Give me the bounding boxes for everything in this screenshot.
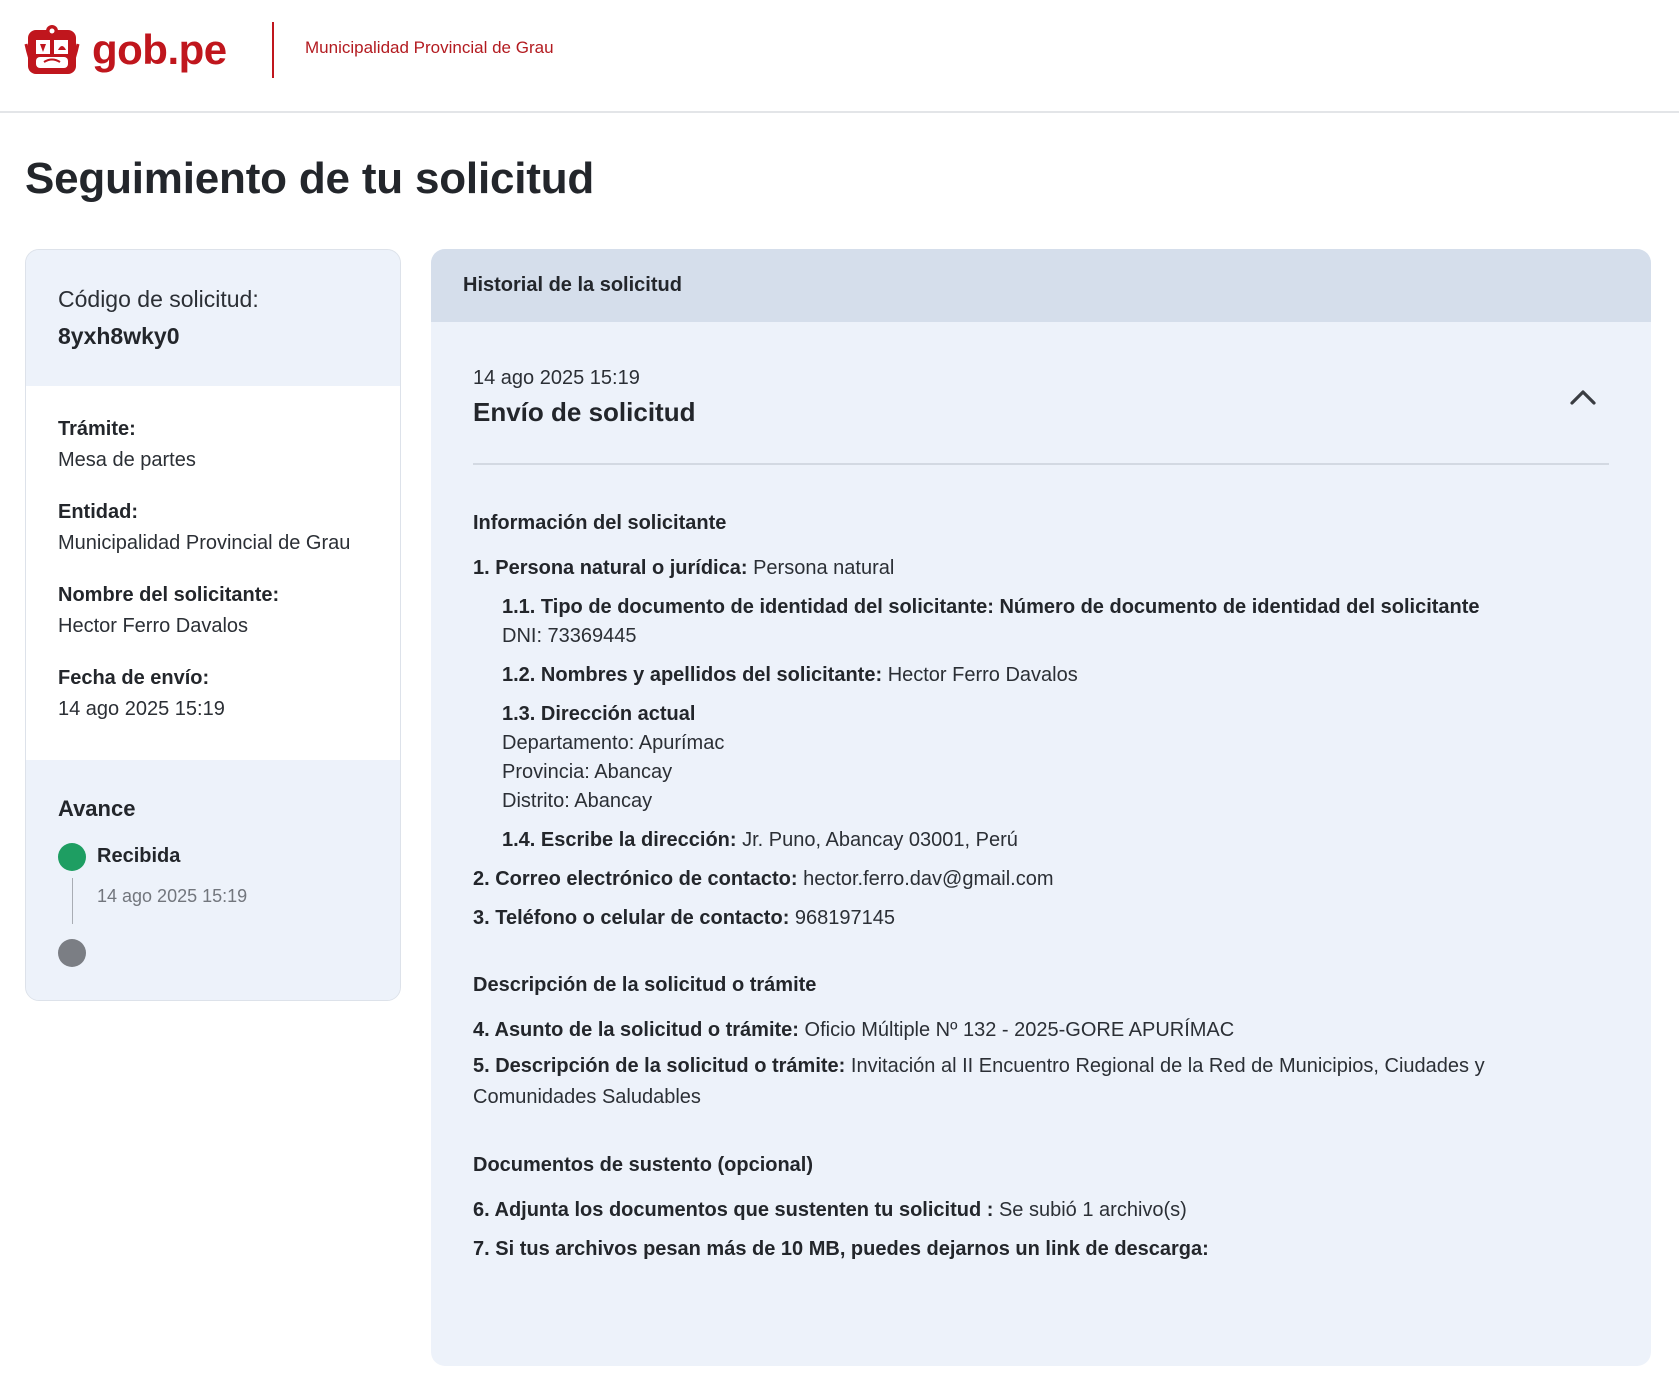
documents-section-title: Documentos de sustento (opcional) <box>473 1154 814 1176</box>
entry-divider <box>473 463 1609 465</box>
field-label: 1.2. Nombres y apellidos del solicitante… <box>502 664 883 686</box>
site-header: gob.pe Municipalidad Provincial de Grau <box>0 0 1679 113</box>
header-divider <box>272 22 274 78</box>
field-provincia: Provincia: Abancay <box>502 761 673 783</box>
field-nombres: 1.2. Nombres y apellidos del solicitante… <box>502 663 1078 687</box>
progress-title: Avance <box>58 796 136 821</box>
history-panel-title: Historial de la solicitud <box>463 274 682 296</box>
progress-section: Avance Recibida 14 ago 2025 15:19 <box>26 760 400 1000</box>
step-label: Recibida <box>97 845 181 867</box>
request-code-value: 8yxh8wky0 <box>58 323 180 349</box>
field-label: 3. Teléfono o celular de contacto: <box>473 907 790 929</box>
request-code-label: Código de solicitud: <box>58 286 259 312</box>
collapse-entry-button[interactable] <box>1561 379 1605 415</box>
field-value: Hector Ferro Davalos <box>887 664 1078 686</box>
field-label: 6. Adjunta los documentos que sustenten … <box>473 1199 994 1221</box>
history-panel-header: Historial de la solicitud <box>431 249 1651 322</box>
detail-solicitante: Nombre del solicitante: Hector Ferro Dav… <box>58 584 279 638</box>
field-adjuntos: 6. Adjunta los documentos que sustenten … <box>473 1198 1187 1222</box>
chevron-up-icon <box>1570 390 1596 405</box>
field-departamento: Departamento: Apurímac <box>502 732 725 754</box>
history-panel: Historial de la solicitud 14 ago 2025 15… <box>431 249 1651 1366</box>
entry-title: Envío de solicitud <box>473 397 696 427</box>
page-title: Seguimiento de tu solicitud <box>25 154 595 203</box>
entry-date: 14 ago 2025 15:19 <box>473 367 640 389</box>
detail-label: Trámite: <box>58 418 136 440</box>
field-value: hector.ferro.dav@gmail.com <box>803 868 1054 890</box>
detail-label: Fecha de envío: <box>58 667 210 689</box>
field-persona: 1. Persona natural o jurídica: Persona n… <box>473 556 894 580</box>
detail-entidad: Entidad: Municipalidad Provincial de Gra… <box>58 501 350 555</box>
gobpe-logo[interactable]: gob.pe <box>24 20 227 80</box>
field-label: 1.1. Tipo de documento de identidad del … <box>502 596 1480 618</box>
detail-fecha-envio: Fecha de envío: 14 ago 2025 15:19 <box>58 667 225 721</box>
request-summary-card: Código de solicitud: 8yxh8wky0 Trámite: … <box>25 249 401 1001</box>
description-section-title: Descripción de la solicitud o trámite <box>473 974 817 996</box>
detail-tramite: Trámite: Mesa de partes <box>58 418 196 472</box>
detail-value: Municipalidad Provincial de Grau <box>58 532 351 554</box>
detail-value: Mesa de partes <box>58 449 196 471</box>
field-label: 1.4. Escribe la dirección: <box>502 829 737 851</box>
field-link-descarga: 7. Si tus archivos pesan más de 10 MB, p… <box>473 1237 1209 1261</box>
peru-coat-of-arms-icon <box>24 25 80 74</box>
field-value: Persona natural <box>753 557 895 579</box>
field-distrito: Distrito: Abancay <box>502 790 653 812</box>
field-value: Oficio Múltiple Nº 132 - 2025-GORE APURÍ… <box>804 1019 1235 1041</box>
field-label: 2. Correo electrónico de contacto: <box>473 868 798 890</box>
request-code-box: Código de solicitud: 8yxh8wky0 <box>26 250 400 386</box>
field-label: 1.3. Dirección actual <box>502 703 696 725</box>
field-correo: 2. Correo electrónico de contacto: hecto… <box>473 867 1053 891</box>
field-asunto: 4. Asunto de la solicitud o trámite: Ofi… <box>473 1018 1234 1042</box>
field-direccion-actual: 1.3. Dirección actual <box>502 702 695 726</box>
field-label: 4. Asunto de la solicitud o trámite: <box>473 1019 799 1041</box>
request-details: Trámite: Mesa de partes Entidad: Municip… <box>26 386 400 760</box>
brand-name: gob.pe <box>92 26 227 73</box>
field-dni: DNI: 73369445 <box>502 625 637 647</box>
detail-value: Hector Ferro Davalos <box>58 615 249 637</box>
detail-value: 14 ago 2025 15:19 <box>58 698 225 720</box>
detail-label: Nombre del solicitante: <box>58 584 280 606</box>
field-value: Jr. Puno, Abancay 03001, Perú <box>742 829 1018 851</box>
applicant-section-title: Información del solicitante <box>473 512 727 534</box>
step-date: 14 ago 2025 15:19 <box>97 886 248 906</box>
field-descripcion: 5. Descripción de la solicitud o trámite… <box>473 1051 1583 1113</box>
field-telefono: 3. Teléfono o celular de contacto: 96819… <box>473 906 895 930</box>
step-pending-dot <box>58 939 86 967</box>
field-label: 7. Si tus archivos pesan más de 10 MB, p… <box>473 1238 1209 1260</box>
entity-link[interactable]: Municipalidad Provincial de Grau <box>305 38 554 58</box>
field-label: 5. Descripción de la solicitud o trámite… <box>473 1055 846 1077</box>
field-tipo-documento: 1.1. Tipo de documento de identidad del … <box>502 595 1480 619</box>
field-direccion: 1.4. Escribe la dirección: Jr. Puno, Aba… <box>502 828 1018 852</box>
step-connector <box>72 878 73 924</box>
field-value: Se subió 1 archivo(s) <box>998 1199 1187 1221</box>
detail-label: Entidad: <box>58 501 138 523</box>
step-done-dot <box>58 843 86 871</box>
field-label: 1. Persona natural o jurídica: <box>473 557 748 579</box>
field-value: 968197145 <box>794 907 896 929</box>
